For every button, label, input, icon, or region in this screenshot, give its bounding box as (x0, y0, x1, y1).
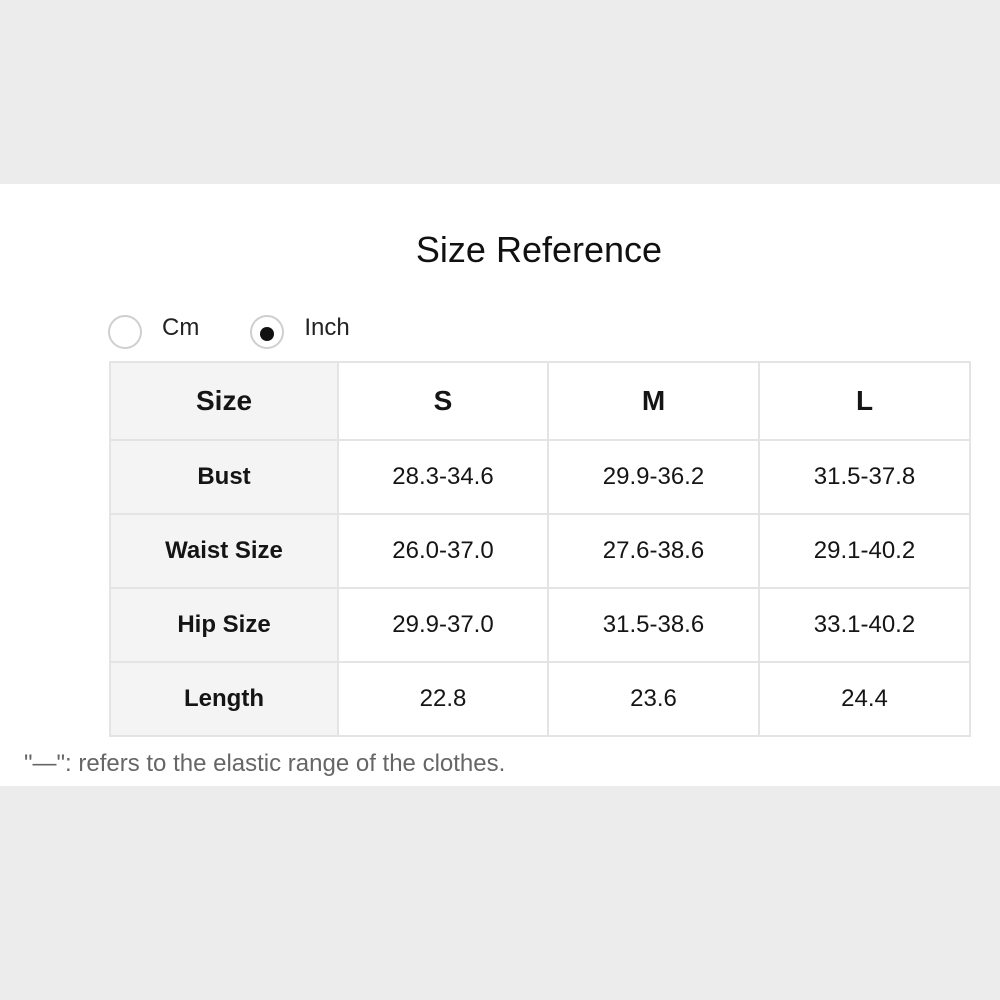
row-label-length: Length (109, 661, 339, 737)
header-size: Size (109, 361, 339, 441)
unit-option-cm[interactable]: Cm (108, 314, 200, 349)
size-table: Size S M L Bust 28.3-34.6 29.9-36.2 31.5… (109, 361, 971, 737)
table-cell: 31.5-38.6 (547, 587, 760, 663)
table-row: Hip Size 29.9-37.0 31.5-38.6 33.1-40.2 (109, 587, 971, 663)
table-cell: 29.9-36.2 (547, 439, 760, 515)
unit-label-inch: Inch (304, 314, 350, 341)
unit-option-inch[interactable]: Inch (250, 314, 350, 349)
cm-radio[interactable] (108, 315, 142, 349)
table-row: Bust 28.3-34.6 29.9-36.2 31.5-37.8 (109, 439, 971, 515)
table-cell: 33.1-40.2 (758, 587, 971, 663)
header-m: M (547, 361, 760, 441)
inch-radio[interactable] (250, 315, 285, 349)
table-cell: 28.3-34.6 (337, 439, 549, 515)
unit-toggle: Cm Inch (108, 312, 350, 352)
row-label-hip: Hip Size (109, 587, 339, 663)
table-cell: 24.4 (758, 661, 971, 737)
size-reference-panel: Size Reference Cm Inch Size S M L Bust 2… (0, 184, 1000, 786)
table-header-row: Size S M L (109, 361, 971, 441)
header-s: S (337, 361, 549, 441)
row-label-waist: Waist Size (109, 513, 339, 589)
table-cell: 27.6-38.6 (547, 513, 760, 589)
row-label-bust: Bust (109, 439, 339, 515)
table-cell: 31.5-37.8 (758, 439, 971, 515)
table-row: Waist Size 26.0-37.0 27.6-38.6 29.1-40.2 (109, 513, 971, 589)
elastic-range-note: "—": refers to the elastic range of the … (24, 750, 506, 777)
unit-label-cm: Cm (162, 314, 200, 341)
page-title: Size Reference (415, 229, 663, 270)
table-cell: 26.0-37.0 (337, 513, 549, 589)
header-l: L (758, 361, 971, 441)
table-cell: 29.1-40.2 (758, 513, 971, 589)
table-cell: 22.8 (337, 661, 549, 737)
table-cell: 23.6 (547, 661, 760, 737)
table-cell: 29.9-37.0 (337, 587, 549, 663)
table-row: Length 22.8 23.6 24.4 (109, 661, 971, 737)
